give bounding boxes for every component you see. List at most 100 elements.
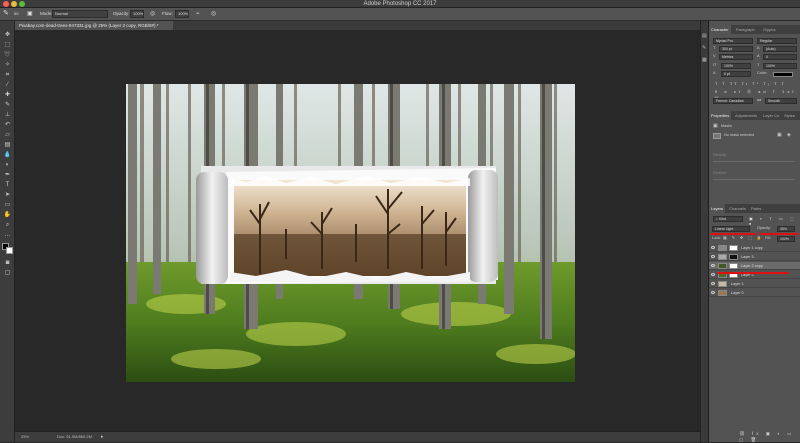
fill-field[interactable]: 100% [777, 236, 795, 242]
background-color-swatch[interactable] [6, 247, 13, 254]
document-tab[interactable]: Pixabay.com-dead-trees-947331.jpg @ 25% … [15, 21, 173, 30]
visibility-eye-icon[interactable] [711, 282, 715, 285]
add-pixel-mask-icon[interactable]: ▣ [777, 133, 782, 138]
leading-icon: A [757, 46, 760, 50]
tab-paths[interactable]: Paths [749, 204, 763, 213]
tab-layer-comps[interactable]: Layer Co [761, 111, 781, 120]
antialias-select[interactable]: Smooth [765, 98, 797, 104]
font-size-field[interactable]: 300 pt [719, 46, 753, 52]
screen-mode-icon[interactable]: ▢ [3, 269, 12, 277]
brush-size-label[interactable]: 50 [14, 10, 18, 18]
tab-layers[interactable]: Layers [709, 204, 726, 213]
dodge-tool-icon[interactable]: ◐ [3, 161, 12, 169]
tab-adjustments[interactable]: Adjustments [733, 111, 759, 120]
eyedropper-tool-icon[interactable]: ⁄ [3, 81, 12, 89]
quick-mask-icon[interactable]: ◙ [3, 259, 12, 267]
layer-row[interactable]: Layer 2 copy [709, 262, 800, 270]
mode-select[interactable]: Normal [52, 10, 108, 18]
vertical-scale-field[interactable]: 100% [721, 63, 751, 69]
quick-select-tool-icon[interactable]: ✧ [3, 61, 12, 69]
layer-filter-buttons[interactable]: ▣ ◐ T ▭ ⬚ ● [749, 216, 800, 226]
horizontal-scale-field[interactable]: 100% [763, 63, 797, 69]
move-tool-icon[interactable]: ✥ [3, 31, 12, 39]
document-info[interactable]: Doc: 61.5M/869.2M [57, 432, 92, 442]
blur-tool-icon[interactable]: 💧 [3, 151, 12, 159]
visibility-eye-icon[interactable] [711, 255, 715, 258]
status-menu-arrow-icon[interactable]: ▸ [101, 432, 104, 442]
hand-tool-icon[interactable]: ✋ [3, 211, 12, 219]
brush-tool-icon[interactable]: ✎ [3, 101, 12, 109]
layer-row[interactable]: Layer 0 [709, 289, 800, 297]
flow-field[interactable]: 100% [175, 10, 189, 18]
text-color-swatch[interactable] [773, 72, 793, 77]
tracking-field[interactable]: 0 [763, 54, 797, 60]
lasso-tool-icon[interactable]: ➰ [3, 51, 12, 59]
lock-buttons[interactable]: ▦ ✎ ✥ ⬚ 🔒 [723, 236, 764, 241]
tab-styles[interactable]: Styles [782, 111, 797, 120]
layer-filter-select[interactable]: ⌕ Kind [713, 216, 743, 222]
gradient-tool-icon[interactable]: ▤ [3, 141, 12, 149]
history-panel-icon[interactable]: ▤ [702, 33, 707, 39]
layer-name[interactable]: Layer 0 [731, 289, 744, 297]
font-style-select[interactable]: Regular [757, 38, 797, 44]
layer-name[interactable]: Layer 1 [731, 280, 744, 288]
feather-slider[interactable] [713, 179, 795, 180]
layer-opacity-field[interactable]: 35% [777, 226, 795, 232]
tab-paragraph[interactable]: Paragraph [734, 25, 757, 34]
brush-settings-icon[interactable]: ▣ [27, 10, 33, 18]
blend-mode-select[interactable]: Linear Light [712, 226, 750, 232]
pressure-opacity-icon[interactable]: ◎ [150, 10, 155, 18]
layer-panel-footer-buttons[interactable]: ⛓ fx ▣ ◐ ▭ ▢ 🗑 [739, 431, 800, 443]
zoom-level[interactable]: 25% [21, 432, 29, 442]
crop-tool-icon[interactable]: ⌗ [3, 71, 12, 79]
layer-name[interactable]: Layer 1 copy [741, 244, 763, 252]
document-canvas[interactable] [126, 84, 575, 382]
brushes-panel-icon[interactable]: ✎ [702, 45, 706, 51]
history-brush-tool-icon[interactable]: ↶ [3, 121, 12, 129]
layer-name[interactable]: Layer 3 [741, 253, 754, 261]
clone-stamp-tool-icon[interactable]: ⊥ [3, 111, 12, 119]
visibility-eye-icon[interactable] [711, 246, 715, 249]
font-family-select[interactable]: Myriad Pro [713, 38, 753, 44]
brush-tool-icon[interactable]: ✎ [3, 10, 9, 18]
healing-brush-tool-icon[interactable]: ✚ [3, 91, 12, 99]
visibility-eye-icon[interactable] [711, 264, 715, 267]
flow-label: Flow: [162, 11, 173, 16]
opacity-field[interactable]: 100% [130, 10, 144, 18]
font-size-icon: T [713, 46, 716, 50]
kerning-field[interactable]: Metrics [719, 54, 753, 60]
tab-glyphs[interactable]: Glyphs [761, 25, 777, 34]
leading-field[interactable]: (Auto) [763, 46, 797, 52]
type-tool-icon[interactable]: T [3, 181, 12, 189]
shape-tool-icon[interactable]: ▭ [3, 201, 12, 209]
layer-mask-thumbnail[interactable] [729, 254, 738, 260]
zoom-tool-icon[interactable]: ⌕ [3, 221, 12, 229]
pressure-size-icon[interactable]: ◎ [211, 10, 216, 18]
layer-mask-thumbnail[interactable] [729, 245, 738, 251]
path-select-tool-icon[interactable]: ➤ [3, 191, 12, 199]
airbrush-icon[interactable]: ⌁ [196, 10, 200, 18]
pen-tool-icon[interactable]: ✒ [3, 171, 12, 179]
visibility-eye-icon[interactable] [711, 273, 715, 276]
layer-row[interactable]: Layer 1 copy [709, 244, 800, 252]
layer-name[interactable]: Layer 2 copy [741, 262, 763, 270]
marquee-tool-icon[interactable]: ⬚ [3, 41, 12, 49]
tab-channels[interactable]: Channels [727, 204, 748, 213]
baseline-shift-field[interactable]: 0 pt [721, 71, 751, 77]
layer-thumbnail [718, 290, 727, 296]
layer-mask-thumbnail[interactable] [729, 263, 738, 269]
visibility-eye-icon[interactable] [711, 291, 715, 294]
density-slider[interactable] [713, 161, 795, 162]
type-style-buttons[interactable]: T T TT Tr T¹ T₁ T T [715, 81, 786, 86]
tab-character[interactable]: Character [709, 25, 731, 34]
swatches-panel-icon[interactable]: ▦ [702, 57, 707, 63]
baseline-shift-icon: A [713, 71, 716, 75]
more-tools-icon[interactable]: … [3, 231, 12, 239]
add-vector-mask-icon[interactable]: ◈ [787, 133, 791, 138]
language-select[interactable]: French: Canadian [713, 98, 753, 104]
horizontal-scale-icon: T [757, 63, 760, 67]
eraser-tool-icon[interactable]: ▱ [3, 131, 12, 139]
tab-properties[interactable]: Properties [709, 111, 732, 120]
layer-row[interactable]: Layer 3 [709, 253, 800, 261]
layer-row[interactable]: Layer 1 [709, 280, 800, 288]
